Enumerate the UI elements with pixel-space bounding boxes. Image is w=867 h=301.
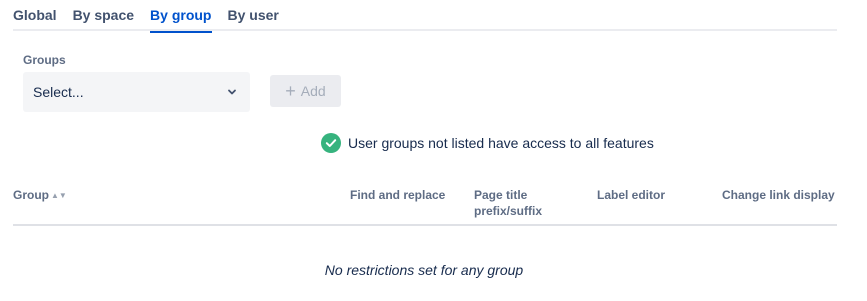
plus-icon: +	[285, 81, 296, 101]
table-header-divider	[13, 224, 837, 226]
tab-by-space[interactable]: By space	[73, 0, 134, 31]
restrictions-page: Global By space By group By user Groups …	[0, 0, 867, 301]
info-message-text: User groups not listed have access to al…	[348, 135, 654, 151]
column-header-group[interactable]: Group ▲▼	[13, 187, 67, 204]
column-header-find-and-replace: Find and replace	[350, 188, 446, 202]
groups-label: Groups	[23, 53, 66, 67]
tab-by-user[interactable]: By user	[228, 0, 279, 31]
sort-icon[interactable]: ▲▼	[51, 191, 67, 200]
column-header-page-title-prefix-suffix: Page title prefix/suffix	[474, 188, 543, 218]
info-message: User groups not listed have access to al…	[321, 132, 654, 154]
check-circle-icon	[321, 133, 341, 153]
chevron-down-icon	[228, 89, 236, 95]
add-group-button[interactable]: + Add	[270, 75, 341, 107]
empty-table-message: No restrictions set for any group	[324, 262, 524, 278]
groups-select[interactable]: Select...	[23, 72, 250, 112]
column-header-change-link-display: Change link display	[722, 188, 835, 202]
column-header-label-editor: Label editor	[597, 188, 666, 202]
tab-by-group[interactable]: By group	[150, 0, 212, 33]
tab-bar: Global By space By group By user	[13, 0, 837, 33]
add-button-label: Add	[300, 83, 326, 99]
column-header-group-label: Group	[13, 188, 49, 202]
tab-global[interactable]: Global	[13, 0, 57, 31]
groups-select-placeholder: Select...	[33, 84, 84, 100]
